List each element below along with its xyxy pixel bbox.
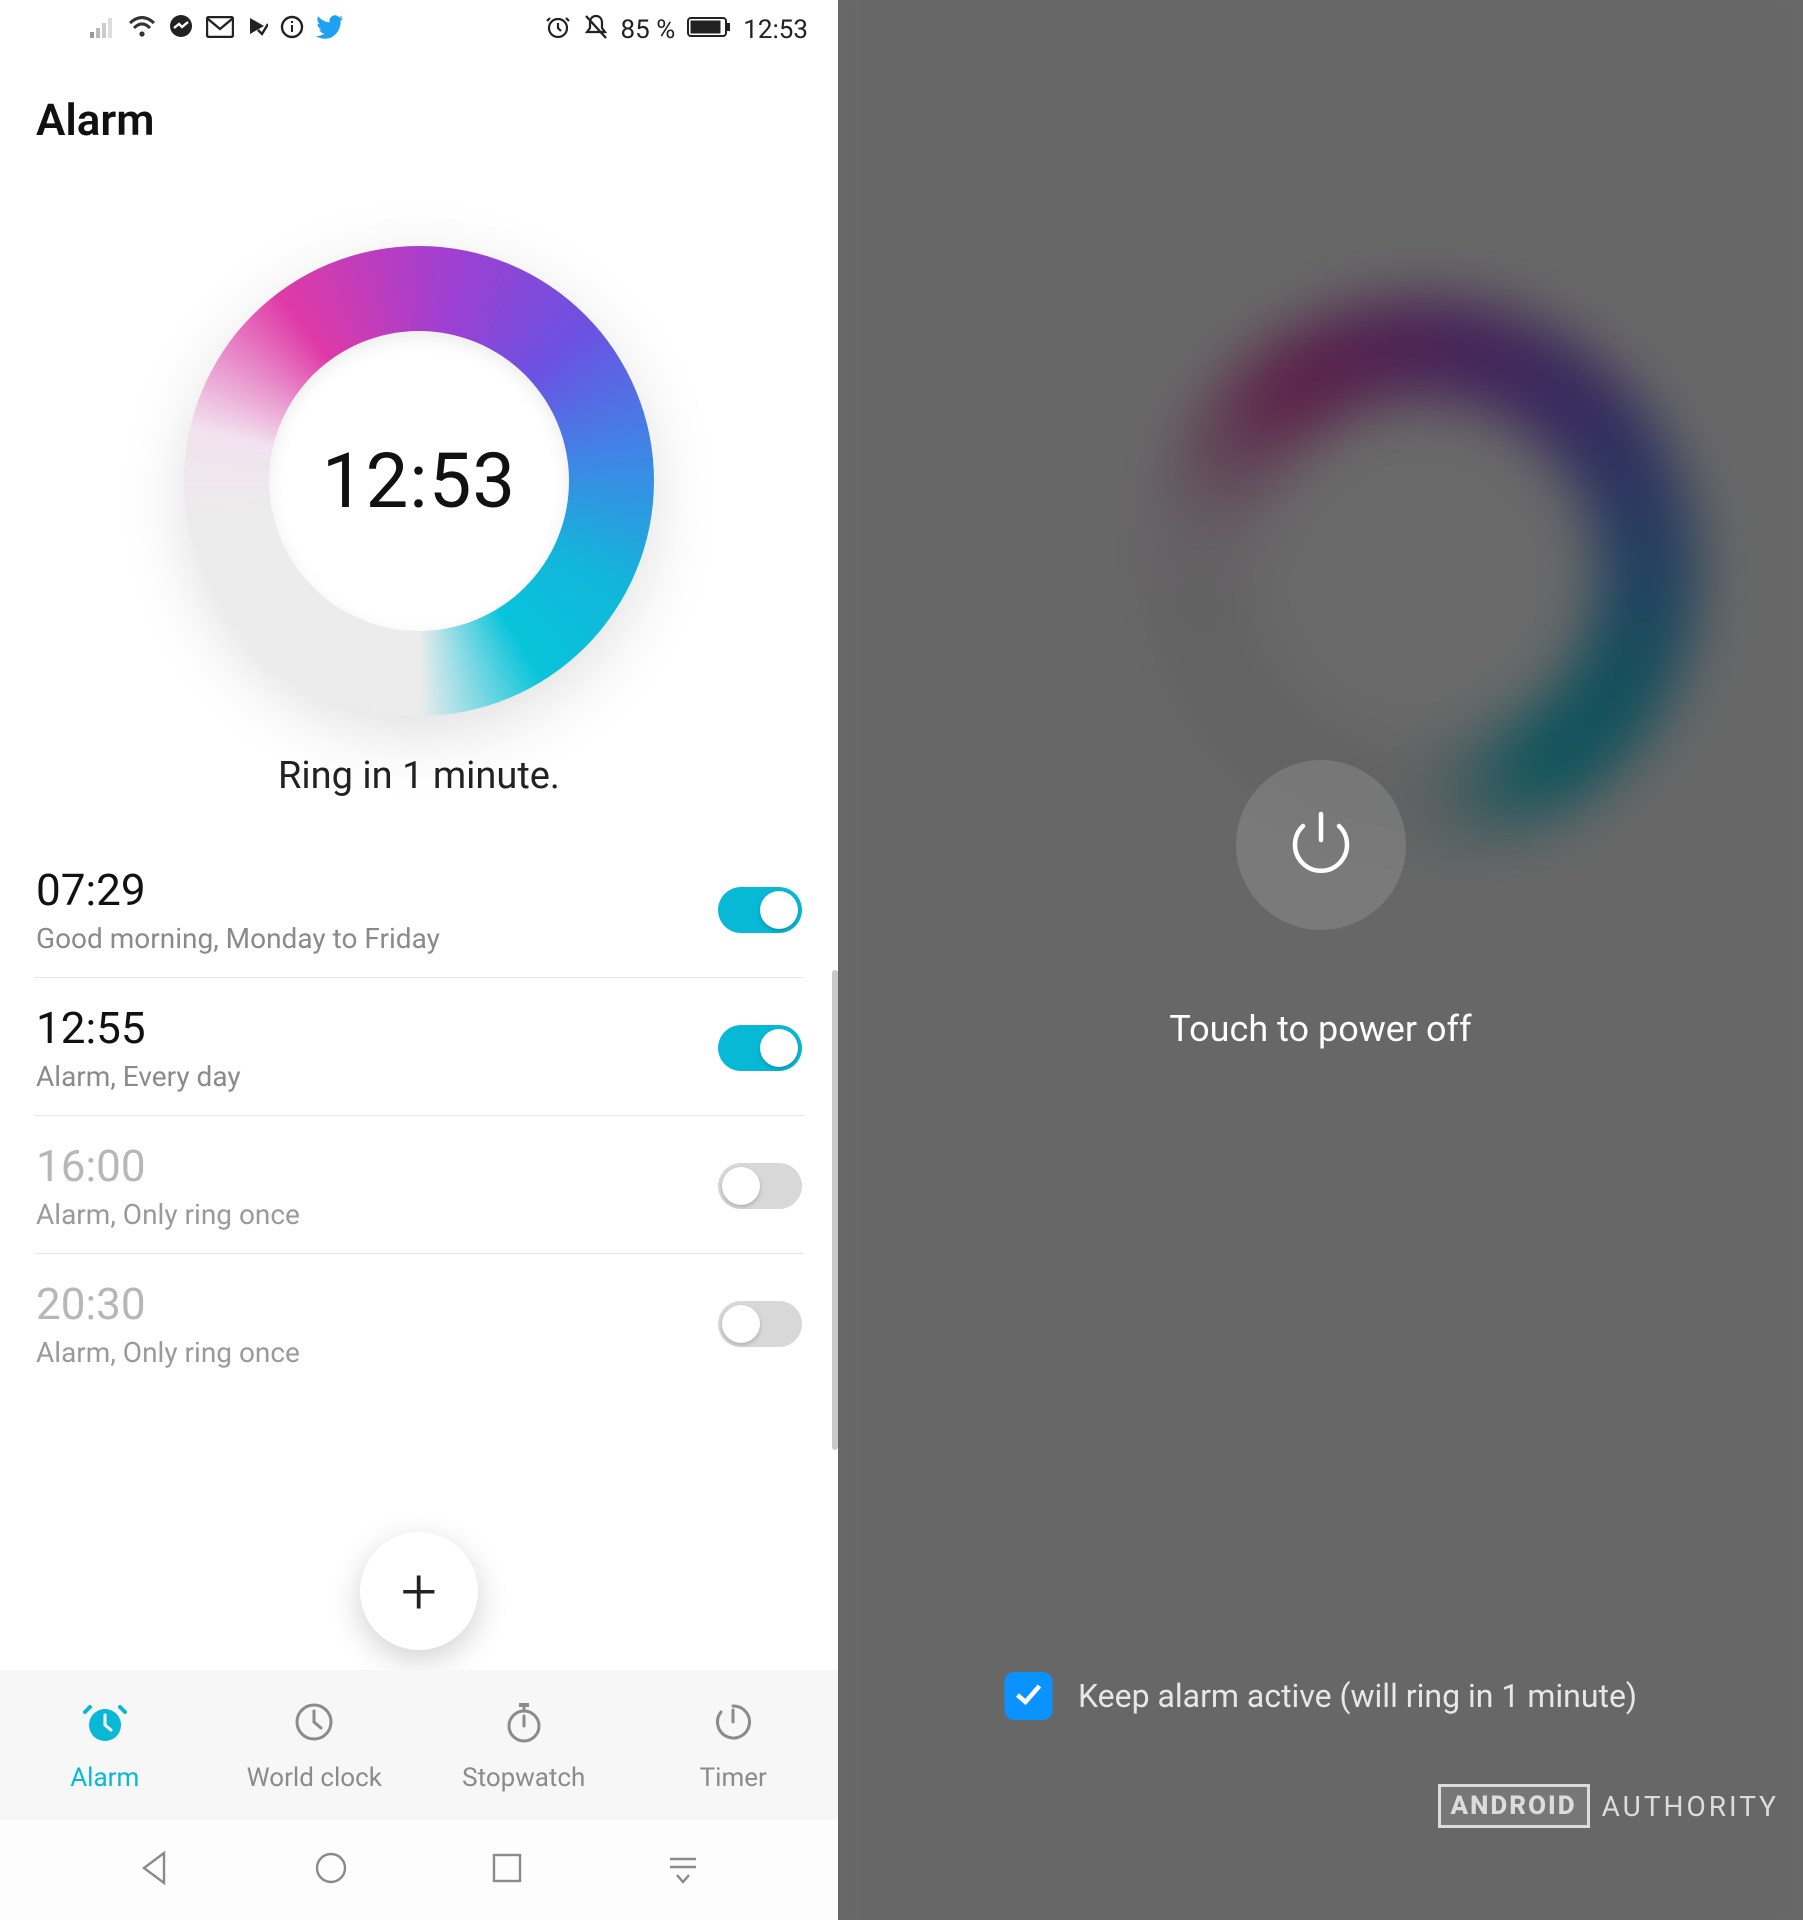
alarm-row[interactable]: 20:30 Alarm, Only ring once: [34, 1254, 804, 1391]
alarm-time: 16:00: [36, 1140, 300, 1192]
alarm-time: 12:55: [36, 1002, 241, 1054]
world-clock-icon: [290, 1698, 338, 1753]
alarm-time: 07:29: [36, 864, 440, 916]
current-time: 12:53: [322, 436, 516, 526]
tab-timer[interactable]: Timer: [629, 1670, 839, 1820]
tab-world-clock[interactable]: World clock: [210, 1670, 420, 1820]
tab-stopwatch[interactable]: Stopwatch: [419, 1670, 629, 1820]
stopwatch-icon: [500, 1698, 548, 1753]
alarm-subtitle: Good morning, Monday to Friday: [36, 922, 440, 955]
battery-percent: 85 %: [621, 15, 676, 45]
nav-drawer-icon[interactable]: [662, 1847, 704, 1893]
watermark-boxed: ANDROID: [1438, 1784, 1590, 1828]
alarm-subtitle: Alarm, Only ring once: [36, 1336, 300, 1369]
plus-icon: +: [401, 1554, 437, 1629]
wifi-icon: [128, 15, 156, 45]
keep-alarm-checkbox[interactable]: [1004, 1672, 1052, 1720]
alarm-icon: [81, 1698, 129, 1753]
signal-icon: [90, 15, 116, 45]
keep-alarm-label: Keep alarm active (will ring in 1 minute…: [1078, 1677, 1637, 1715]
messenger-icon: [168, 14, 194, 47]
statusbar-time: 12:53: [743, 15, 808, 45]
bottom-tabs: Alarm World clock Stopwatch Timer: [0, 1670, 838, 1820]
alarm-toggle[interactable]: [718, 887, 802, 933]
alarm-row[interactable]: 12:55 Alarm, Every day: [34, 978, 804, 1116]
tab-label: Stopwatch: [462, 1763, 585, 1793]
nav-recent-icon[interactable]: [486, 1847, 528, 1893]
alarm-list: 07:29 Good morning, Monday to Friday 12:…: [0, 840, 838, 1391]
android-nav-bar: [0, 1820, 838, 1920]
dark-overlay: [838, 0, 1803, 1920]
power-off-overlay-screen: Touch to power off Keep alarm active (wi…: [838, 0, 1803, 1920]
alarm-toggle[interactable]: [718, 1025, 802, 1071]
page-title: Alarm: [0, 56, 838, 146]
alarm-subtitle: Alarm, Only ring once: [36, 1198, 300, 1231]
timer-icon: [709, 1698, 757, 1753]
alarm-toggle[interactable]: [718, 1163, 802, 1209]
twitter-icon: [316, 15, 344, 46]
power-icon: [1282, 804, 1360, 886]
tab-alarm[interactable]: Alarm: [0, 1670, 210, 1820]
next-alarm-ring: 12:53: [0, 146, 838, 766]
watermark: ANDROID AUTHORITY: [1438, 1784, 1779, 1828]
tab-label: Alarm: [70, 1763, 139, 1793]
status-bar: 85 % 12:53: [0, 0, 838, 56]
keep-alarm-row[interactable]: Keep alarm active (will ring in 1 minute…: [1004, 1672, 1637, 1720]
watermark-text: AUTHORITY: [1602, 1790, 1779, 1823]
tab-label: Timer: [700, 1763, 767, 1793]
silent-icon: [583, 13, 609, 48]
alarm-subtitle: Alarm, Every day: [36, 1060, 241, 1093]
power-off-label: Touch to power off: [1169, 1008, 1471, 1050]
tab-label: World clock: [247, 1763, 382, 1793]
nav-back-icon[interactable]: [134, 1847, 176, 1893]
alarm-app-screen: 85 % 12:53 Alarm 12:53 Ring in 1 minute.…: [0, 0, 838, 1920]
alarm-time: 20:30: [36, 1278, 300, 1330]
nav-home-icon[interactable]: [310, 1847, 352, 1893]
check-icon: [1012, 1678, 1044, 1714]
battery-icon: [687, 15, 731, 45]
power-off-button[interactable]: [1236, 760, 1406, 930]
alarm-status-icon: [545, 14, 571, 47]
add-alarm-button[interactable]: +: [360, 1532, 478, 1650]
alarm-row[interactable]: 16:00 Alarm, Only ring once: [34, 1116, 804, 1254]
mail-icon: [206, 15, 234, 45]
alarm-row[interactable]: 07:29 Good morning, Monday to Friday: [34, 840, 804, 978]
alarm-toggle[interactable]: [718, 1301, 802, 1347]
play-protect-icon: [246, 14, 268, 47]
info-icon: [280, 15, 304, 46]
